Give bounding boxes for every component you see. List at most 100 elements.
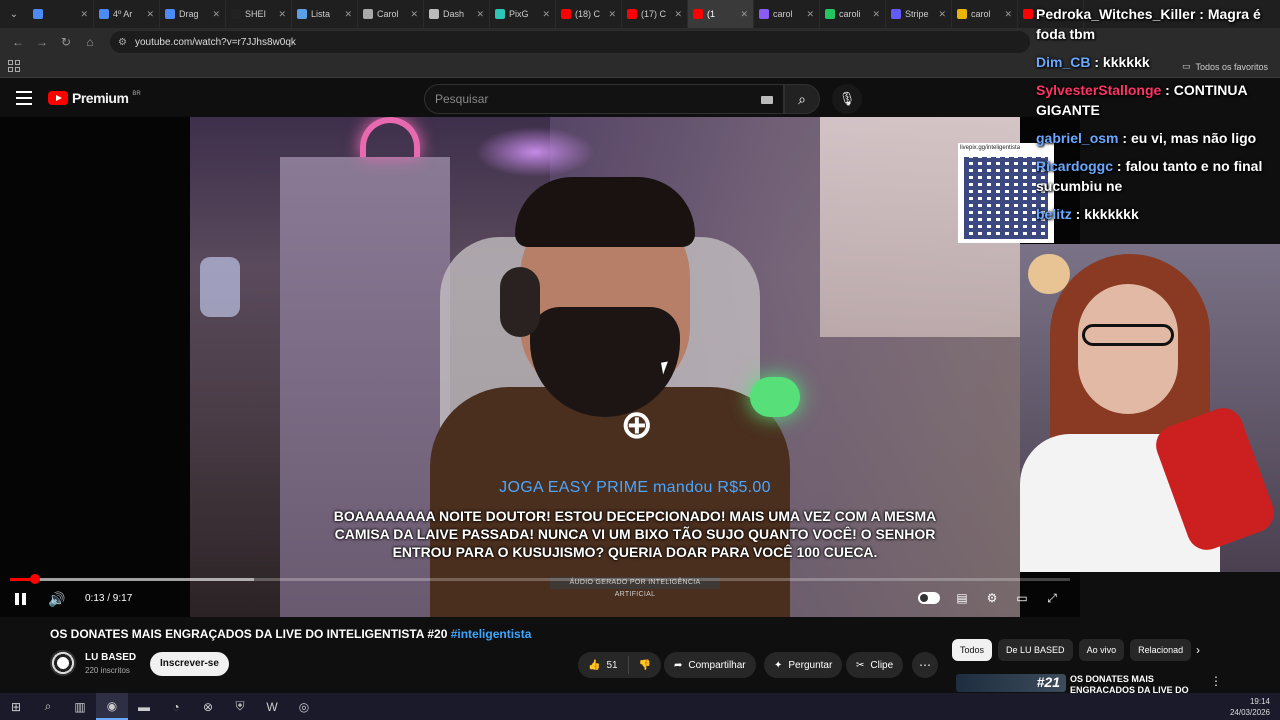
tab-close-icon[interactable]: ✕ — [740, 9, 748, 20]
filter-chip[interactable]: Relacionad — [1130, 639, 1192, 661]
tab-close-icon[interactable]: ✕ — [212, 9, 220, 20]
browser-tab[interactable]: Drag ✕ — [160, 0, 226, 28]
browser-tab[interactable]: Lista ✕ — [292, 0, 358, 28]
channel-avatar[interactable] — [50, 650, 76, 676]
subtitles-icon[interactable]: ▤ — [954, 590, 970, 606]
tab-close-icon[interactable]: ✕ — [872, 9, 880, 20]
windows-start-icon[interactable]: ⊞ — [0, 693, 32, 720]
home-icon[interactable]: ⌂ — [78, 30, 102, 54]
chevron-right-icon[interactable]: › — [1196, 643, 1200, 657]
filter-chip[interactable]: Todos — [952, 639, 993, 661]
tab-favicon-icon — [33, 9, 43, 19]
volume-icon[interactable]: 🔊 — [48, 591, 65, 608]
apps-grid-icon[interactable] — [8, 60, 20, 72]
browser-tab[interactable]: Dash ✕ — [424, 0, 490, 28]
clip-label: Clipe — [870, 659, 894, 671]
recommended-thumbnail[interactable]: #21 — [956, 674, 1066, 692]
reload-icon[interactable]: ↻ — [54, 30, 78, 54]
more-actions-icon[interactable]: ⋯ — [912, 652, 938, 678]
ask-label: Perguntar — [788, 659, 833, 671]
subscribe-button[interactable]: Inscrever-se — [150, 652, 229, 676]
search-input[interactable]: Pesquisar — [424, 84, 784, 114]
share-label: Compartilhar — [688, 659, 746, 671]
channel-name[interactable]: LU BASED — [85, 652, 136, 663]
tab-close-icon[interactable]: ✕ — [1004, 9, 1012, 20]
tab-close-icon[interactable]: ✕ — [80, 9, 88, 20]
browser-tab[interactable]: Carol ✕ — [358, 0, 424, 28]
rec-more-options-icon[interactable]: ⋮ — [1210, 674, 1222, 688]
security-shield-icon[interactable]: ⛨ — [224, 693, 256, 720]
tab-close-icon[interactable]: ✕ — [542, 9, 550, 20]
pause-icon[interactable] — [15, 593, 27, 605]
chat-message: belitz : kkkkkkk — [1036, 204, 1280, 224]
menu-icon[interactable] — [16, 91, 32, 105]
tab-favicon-icon — [957, 9, 967, 19]
browser-tab[interactable]: (18) C ✕ — [556, 0, 622, 28]
voice-search-button[interactable]: 🎙 — [832, 84, 862, 114]
autoplay-toggle[interactable] — [918, 592, 940, 604]
theater-mode-icon[interactable]: ▭ — [1014, 590, 1030, 606]
back-arrow-icon[interactable]: ← — [6, 30, 30, 54]
word-icon[interactable]: W — [256, 693, 288, 720]
chat-username: SylvesterStallonge — [1036, 82, 1162, 98]
progress-scrubber[interactable] — [30, 574, 41, 584]
like-button[interactable]: 👍 51 — [578, 656, 629, 674]
system-clock[interactable]: 19:14 24/03/2026 — [1230, 696, 1270, 718]
filter-chip[interactable]: De LU BASED — [998, 639, 1073, 661]
browser-tab[interactable]: SHEI ✕ — [226, 0, 292, 28]
hashtag-link[interactable]: #inteligentista — [451, 627, 532, 641]
video-title: OS DONATES MAIS ENGRAÇADOS DA LIVE DO IN… — [50, 627, 531, 641]
file-explorer-icon[interactable]: ▬ — [128, 693, 160, 720]
browser-tab[interactable]: PixG ✕ — [490, 0, 556, 28]
microphone-icon: 🎙 — [838, 91, 856, 106]
tab-favicon-icon — [759, 9, 769, 19]
youtube-brand: Premium — [72, 90, 129, 106]
tab-close-icon[interactable]: ✕ — [674, 9, 682, 20]
url-input[interactable]: ⚙ youtube.com/watch?v=r7JJhs8w0qk — [110, 31, 1030, 53]
site-info-icon[interactable]: ⚙ — [118, 37, 127, 48]
chat-message: SylvesterStallonge : CONTINUA GIGANTE — [1036, 80, 1280, 120]
tab-favicon-icon — [297, 9, 307, 19]
tab-close-icon[interactable]: ✕ — [476, 9, 484, 20]
chat-separator: : — [1071, 206, 1085, 222]
tab-search-chevron-icon[interactable]: ⌄ — [0, 0, 28, 28]
search-button[interactable]: ⌕ — [784, 84, 820, 114]
clip-button[interactable]: ✂ Clipe — [846, 652, 904, 678]
browser-tab[interactable]: carol ✕ — [754, 0, 820, 28]
dislike-button[interactable]: 👎 — [629, 660, 661, 671]
fullscreen-icon[interactable]: ⤢ — [1044, 590, 1060, 606]
tab-close-icon[interactable]: ✕ — [806, 9, 814, 20]
share-button[interactable]: ➦ Compartilhar — [664, 652, 756, 678]
ask-button[interactable]: ✦ Perguntar — [764, 652, 843, 678]
chrome-icon[interactable]: ◉ — [96, 693, 128, 720]
browser-tab[interactable]: caroli ✕ — [820, 0, 886, 28]
settings-gear-icon[interactable]: ⚙ — [984, 590, 1000, 606]
taskbar-search-icon[interactable]: ⌕ — [32, 693, 64, 720]
browser-tab[interactable]: (1 ✕ — [688, 0, 754, 28]
tab-close-icon[interactable]: ✕ — [146, 9, 154, 20]
keyboard-icon[interactable] — [761, 96, 773, 104]
xbox-icon[interactable]: ⊗ — [192, 693, 224, 720]
tab-label: 4º Ar — [113, 9, 133, 19]
chat-message: Pedroka_Witches_Killer : Magra é foda tb… — [1036, 4, 1280, 44]
browser-tab[interactable]: 4º Ar ✕ — [94, 0, 160, 28]
tab-close-icon[interactable]: ✕ — [278, 9, 286, 20]
tab-label: (17) C — [641, 9, 667, 19]
progress-bar[interactable] — [10, 574, 1070, 584]
obs-icon[interactable]: ◎ — [288, 693, 320, 720]
video-player[interactable]: ⊕ ÁUDIO GERADO POR INTELIGÊNCIA ARTIFICI… — [0, 117, 1080, 617]
forward-arrow-icon[interactable]: → — [30, 30, 54, 54]
browser-tab[interactable]: Stripe ✕ — [886, 0, 952, 28]
task-view-icon[interactable]: ▥ — [64, 693, 96, 720]
browser-tab[interactable]: (17) C ✕ — [622, 0, 688, 28]
tab-close-icon[interactable]: ✕ — [344, 9, 352, 20]
tab-close-icon[interactable]: ✕ — [608, 9, 616, 20]
browser-tab[interactable]: carol ✕ — [952, 0, 1018, 28]
tab-close-icon[interactable]: ✕ — [938, 9, 946, 20]
filter-chip[interactable]: Ao vivo — [1078, 639, 1125, 661]
discord-icon[interactable]: ◔ — [160, 693, 192, 720]
search-icon: ⌕ — [798, 90, 806, 107]
youtube-logo[interactable]: Premium BR — [48, 90, 141, 106]
tab-close-icon[interactable]: ✕ — [410, 9, 418, 20]
browser-tab[interactable]: ✕ — [28, 0, 94, 28]
